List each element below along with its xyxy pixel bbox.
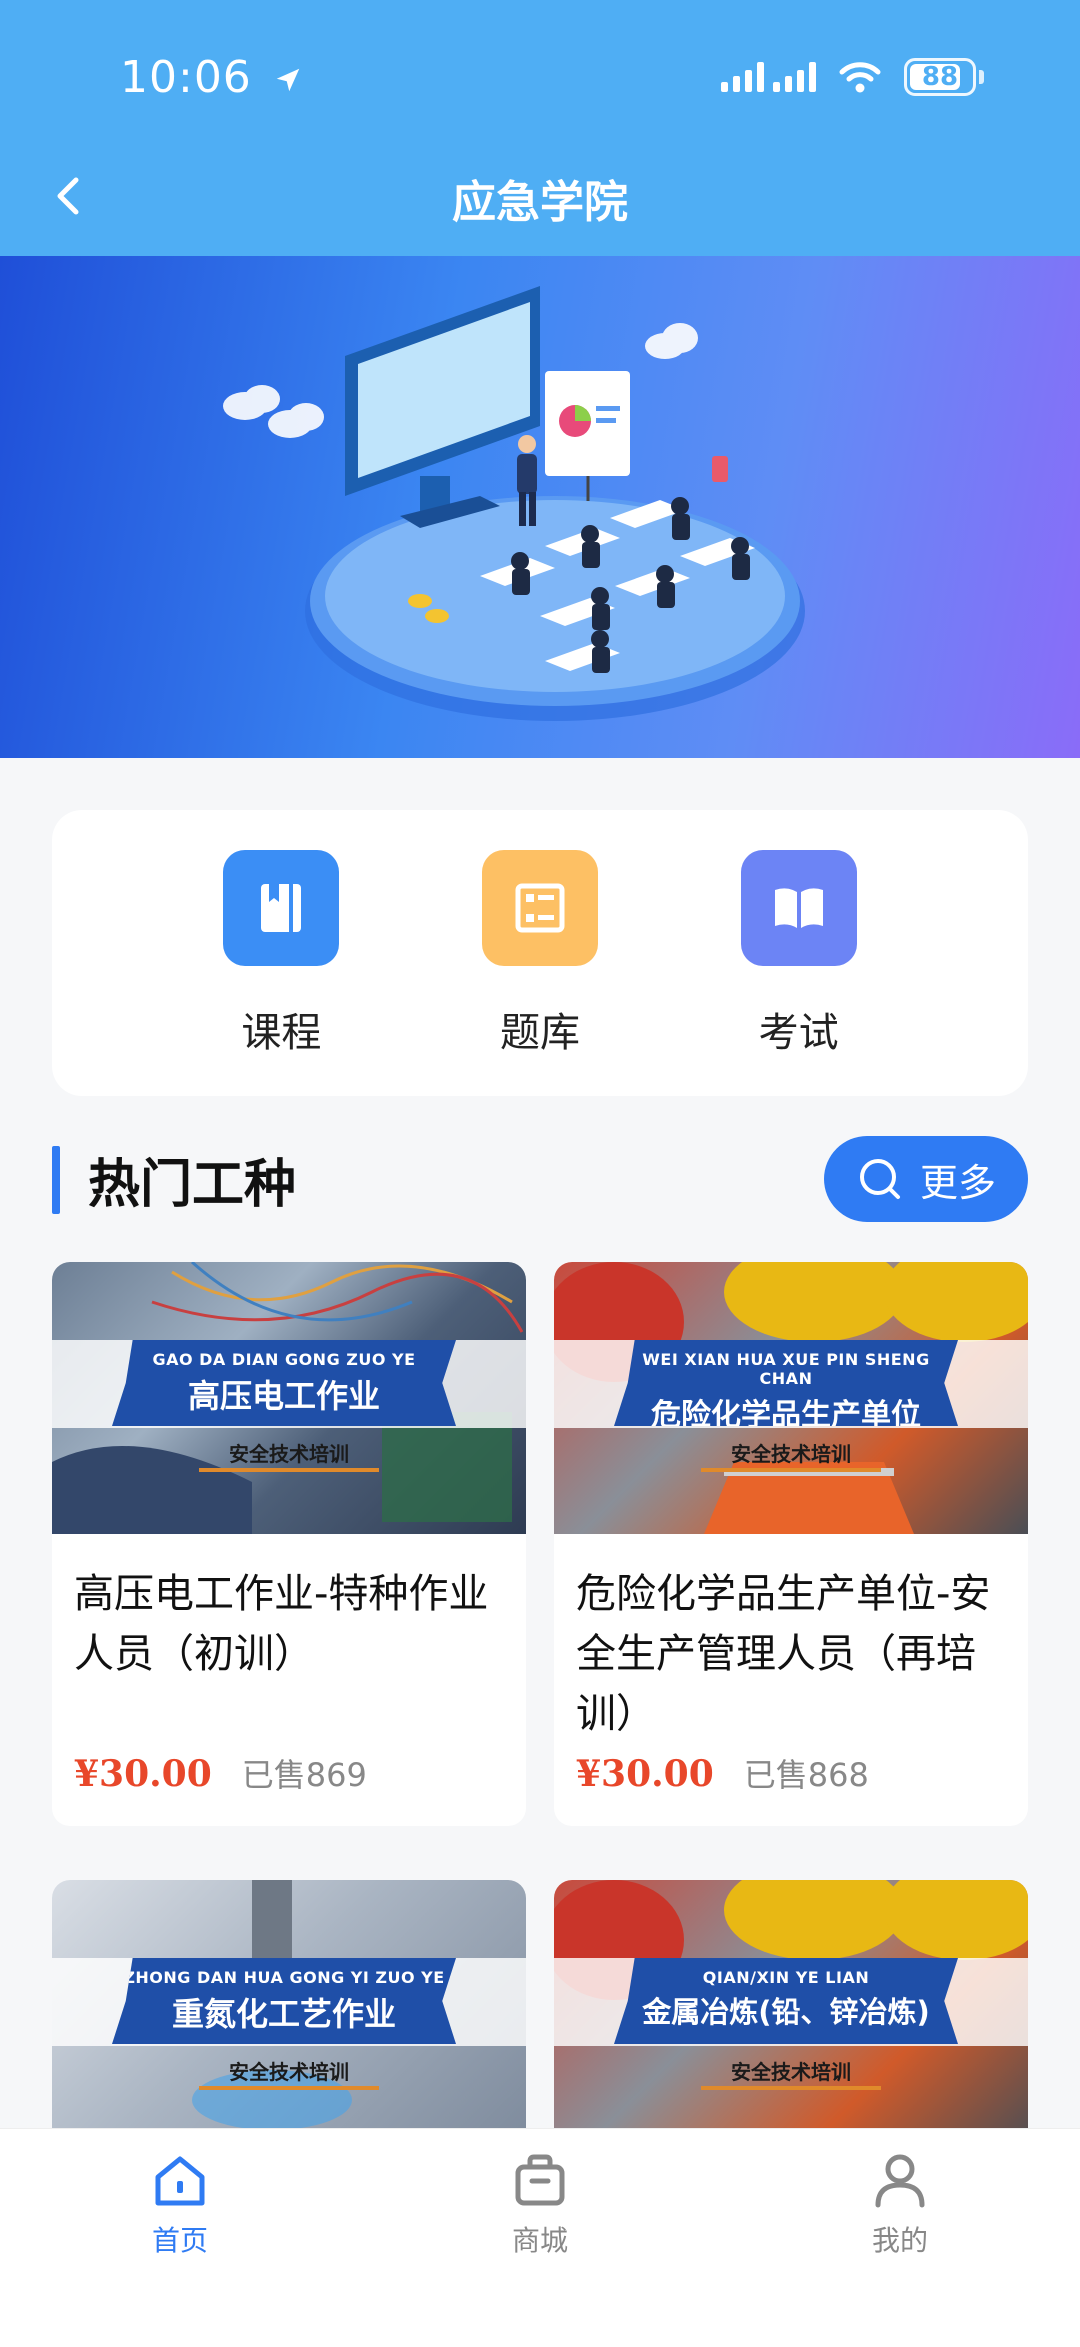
product-banner: ZHONG DAN HUA GONG YI ZUO YE 重氮化工艺作业	[112, 1958, 456, 2044]
tab-home[interactable]: 首页	[0, 2129, 360, 2347]
home-icon	[155, 2156, 205, 2206]
banner-pinyin: GAO DA DIAN GONG ZUO YE	[152, 1350, 416, 1369]
banner-title: 高压电工作业	[187, 1377, 380, 1415]
book-icon	[223, 850, 340, 966]
product-title: 危险化学品生产单位-安全生产管理人员（再培训）	[576, 1571, 991, 1737]
app-header: 10:06 88 应急学院	[0, 0, 1080, 256]
product-image: QIAN/XIN YE LIAN 金属冶炼(铅、锌冶炼) 安全技术培训	[554, 1880, 1028, 2152]
product-card[interactable]: ZHONG DAN HUA GONG YI ZUO YE 重氮化工艺作业 安全技…	[52, 1880, 526, 2152]
banner-subtitle: 安全技术培训	[731, 1442, 851, 1466]
banner-title: 金属冶炼(铅、锌冶炼)	[642, 1995, 930, 2029]
quick-item-label: 考试	[758, 1010, 839, 1056]
open-book-icon	[740, 850, 857, 966]
product-image: WEI XIAN HUA XUE PIN SHENG CHAN 危险化学品生产单…	[554, 1262, 1028, 1534]
banner-subtitle: 安全技术培训	[229, 1442, 349, 1466]
quick-item-course[interactable]: 课程	[201, 810, 361, 1096]
shopping-bag-icon	[515, 2154, 565, 2206]
tab-mine[interactable]: 我的	[720, 2129, 1080, 2347]
status-time: 10:06	[120, 52, 303, 103]
list-icon	[481, 850, 598, 966]
tab-mall[interactable]: 商城	[360, 2129, 720, 2347]
product-price: ¥30.00	[576, 1753, 714, 1795]
more-button[interactable]: 更多	[824, 1136, 1028, 1222]
user-icon	[875, 2154, 925, 2208]
search-icon	[859, 1159, 900, 1199]
hero-banner[interactable]	[0, 256, 1080, 758]
product-banner: WEI XIAN HUA XUE PIN SHENG CHAN 危险化学品生产单…	[614, 1340, 958, 1426]
tab-label: 商城	[511, 2224, 568, 2257]
product-title: 高压电工作业-特种作业人员（初训）	[74, 1571, 489, 1677]
section-accent-bar	[52, 1146, 60, 1214]
banner-subtitle: 安全技术培训	[229, 2060, 349, 2084]
banner-title: 重氮化工艺作业	[171, 1995, 396, 2033]
tab-label: 我的	[871, 2224, 928, 2257]
quick-item-exam[interactable]: 考试	[719, 810, 879, 1096]
banner-pinyin: ZHONG DAN HUA GONG YI ZUO YE	[123, 1968, 445, 1987]
quick-item-label: 课程	[241, 1010, 322, 1056]
product-banner: GAO DA DIAN GONG ZUO YE 高压电工作业	[112, 1340, 456, 1426]
product-banner: QIAN/XIN YE LIAN 金属冶炼(铅、锌冶炼)	[614, 1958, 958, 2044]
banner-pinyin: WEI XIAN HUA XUE PIN SHENG CHAN	[642, 1350, 930, 1388]
quick-item-question-bank[interactable]: 题库	[460, 810, 620, 1096]
wifi-icon	[839, 62, 881, 93]
product-sold-count: 已售868	[743, 1756, 869, 1794]
quick-menu: 课程 题库 考试	[52, 810, 1028, 1096]
product-image: ZHONG DAN HUA GONG YI ZUO YE 重氮化工艺作业 安全技…	[52, 1880, 526, 2152]
battery-level: 88	[921, 62, 959, 92]
product-sold-count: 已售869	[241, 1756, 367, 1794]
product-price: ¥30.00	[74, 1753, 212, 1795]
product-image: GAO DA DIAN GONG ZUO YE 高压电工作业 安全技术培训	[52, 1262, 526, 1534]
product-card[interactable]: GAO DA DIAN GONG ZUO YE 高压电工作业 安全技术培训 高压…	[52, 1262, 526, 1826]
product-card[interactable]: WEI XIAN HUA XUE PIN SHENG CHAN 危险化学品生产单…	[554, 1262, 1028, 1826]
battery-icon: 88	[904, 58, 976, 96]
section-title: 热门工种	[88, 1155, 297, 1215]
banner-pinyin: QIAN/XIN YE LIAN	[702, 1968, 870, 1987]
location-arrow-icon	[276, 68, 300, 92]
more-button-label: 更多	[919, 1160, 996, 1205]
bottom-tab-bar: 首页 商城 我的	[0, 2128, 1080, 2347]
page-title: 应急学院	[452, 177, 628, 228]
banner-subtitle: 安全技术培训	[731, 2060, 851, 2084]
cellular-signal-icon	[721, 62, 816, 92]
classroom-illustration	[223, 286, 805, 721]
quick-item-label: 题库	[499, 1010, 580, 1056]
tab-label: 首页	[151, 2224, 208, 2257]
status-time-text: 10:06	[120, 52, 252, 103]
product-card[interactable]: QIAN/XIN YE LIAN 金属冶炼(铅、锌冶炼) 安全技术培训	[554, 1880, 1028, 2152]
section-header: 热门工种 更多	[52, 1136, 1028, 1222]
status-icons: 88	[721, 58, 984, 96]
